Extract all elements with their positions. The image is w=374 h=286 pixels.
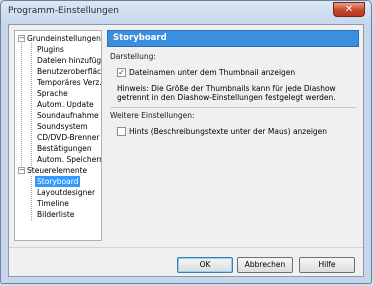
checkbox-row-hints[interactable]: Hints (Beschreibungstexte unter der Maus… — [117, 126, 327, 136]
tree-item-dateien-hinzufuegen[interactable]: Dateien hinzufügen — [37, 55, 101, 66]
tree-item-bilderliste[interactable]: Bilderliste — [37, 209, 74, 220]
settings-panel: Storyboard Darstellung: ✓ Dateinamen unt… — [107, 30, 359, 241]
help-button[interactable]: Hilfe — [299, 257, 355, 273]
tree-item-soundsystem[interactable]: Soundsystem — [37, 121, 88, 132]
tree-item-autom-speichern[interactable]: Autom. Speichern — [37, 154, 101, 165]
title-bar[interactable]: Programm-Einstellungen ✕ — [1, 1, 371, 23]
checkbox-row-dateinamen[interactable]: ✓ Dateinamen unter dem Thumbnail anzeige… — [117, 67, 295, 77]
tree-item-autom-update[interactable]: Autom. Update — [37, 99, 94, 110]
footer-divider — [9, 247, 363, 248]
tree-group-steuerelemente[interactable]: Steuerelemente — [27, 165, 87, 176]
tree-item-sprache[interactable]: Sprache — [37, 88, 68, 99]
tree-connector — [31, 43, 32, 170]
tree-item-plugins[interactable]: Plugins — [37, 44, 64, 55]
cancel-button[interactable]: Abbrechen — [237, 257, 293, 273]
section-label-darstellung: Darstellung: — [110, 52, 156, 61]
ok-button[interactable]: OK — [177, 257, 233, 273]
section-label-weitere: Weitere Einstellungen: — [110, 111, 195, 120]
collapse-icon[interactable]: − — [18, 167, 25, 174]
hint-text: Hinweis: Die Größe der Thumbnails kann f… — [117, 84, 336, 102]
tree-item-layoutdesigner[interactable]: Layoutdesigner — [37, 187, 95, 198]
dialog-window: Programm-Einstellungen ✕ − Grundeinstell… — [0, 0, 372, 284]
tree-item-bestaetigungen[interactable]: Bestätigungen — [37, 143, 92, 154]
dateinamen-checkbox[interactable]: ✓ — [117, 67, 126, 77]
section-divider — [110, 107, 356, 108]
tree-item-timeline[interactable]: Timeline — [37, 198, 69, 209]
tree-group-grundeinstellungen[interactable]: Grundeinstellungen — [27, 33, 101, 44]
panel-title: Storyboard — [107, 30, 359, 47]
tree-item-storyboard[interactable]: Storyboard — [35, 176, 81, 187]
tree-item-temporaeres-verz[interactable]: Temporäres Verz... — [37, 77, 101, 88]
tree-item-soundaufnahme[interactable]: Soundaufnahme — [37, 110, 99, 121]
tree-item-benutzeroberflaeche[interactable]: Benutzeroberfläche — [37, 66, 101, 77]
close-icon: ✕ — [344, 3, 354, 15]
dialog-client-area: − Grundeinstellungen Plugins Dateien hin… — [8, 24, 364, 277]
hints-checkbox-label[interactable]: Hints (Beschreibungstexte unter der Maus… — [129, 127, 327, 136]
settings-tree[interactable]: − Grundeinstellungen Plugins Dateien hin… — [14, 30, 102, 241]
collapse-icon[interactable]: − — [18, 35, 25, 42]
dateinamen-checkbox-label[interactable]: Dateinamen unter dem Thumbnail anzeigen — [129, 68, 295, 77]
tree-connector — [31, 176, 32, 221]
hints-checkbox[interactable] — [117, 126, 126, 136]
tree-connector — [21, 43, 22, 170]
close-button[interactable]: ✕ — [333, 2, 365, 17]
tree-item-cd-dvd-brenner[interactable]: CD/DVD-Brenner — [37, 132, 99, 143]
window-title: Programm-Einstellungen — [8, 6, 119, 16]
